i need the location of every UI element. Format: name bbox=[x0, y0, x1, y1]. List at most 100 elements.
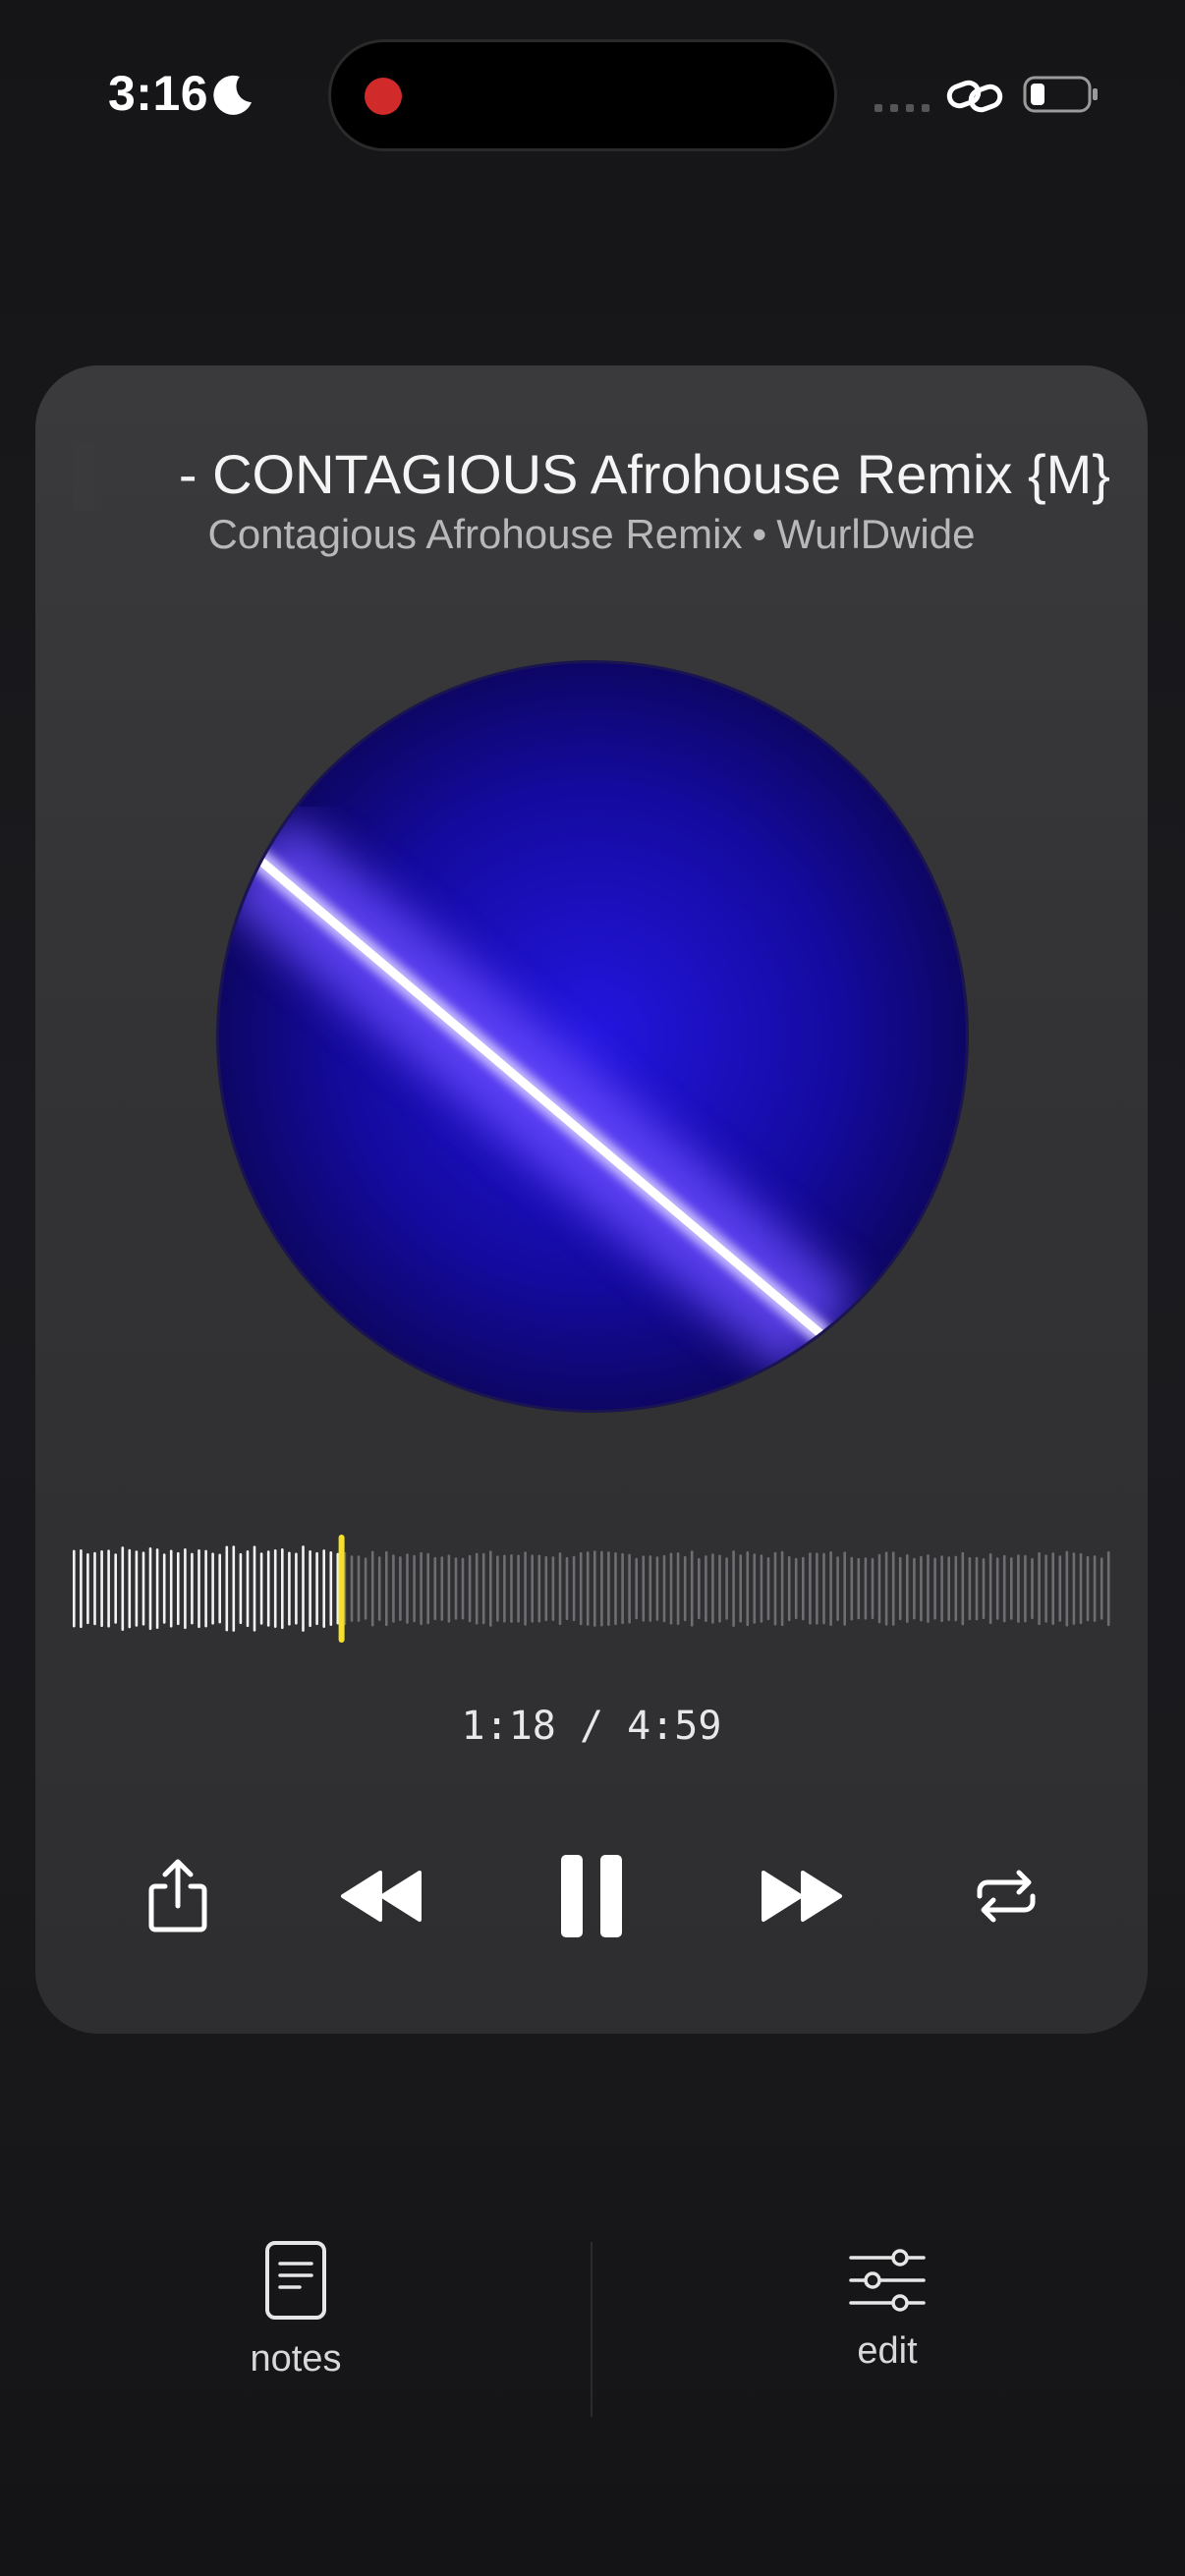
waveform-bar bbox=[780, 1550, 784, 1627]
link-icon bbox=[946, 80, 1003, 113]
waveform-bar bbox=[683, 1555, 687, 1622]
waveform-bar bbox=[309, 1550, 311, 1627]
rewind-button[interactable] bbox=[322, 1837, 440, 1955]
waveform-bar bbox=[1100, 1557, 1103, 1620]
waveform-bar bbox=[593, 1550, 596, 1627]
waveform-bar bbox=[1038, 1551, 1041, 1625]
edit-button[interactable]: edit bbox=[740, 2248, 1035, 2373]
waveform-bar bbox=[392, 1554, 395, 1623]
waveform-bar bbox=[531, 1554, 534, 1623]
pause-button[interactable] bbox=[533, 1837, 650, 1955]
waveform-bar bbox=[259, 1552, 263, 1625]
waveform-bar bbox=[454, 1557, 458, 1620]
waveform-scrubber[interactable] bbox=[71, 1535, 1112, 1643]
waveform-bar bbox=[1086, 1555, 1090, 1622]
waveform-bar bbox=[1065, 1550, 1069, 1627]
waveform-bar bbox=[927, 1554, 930, 1623]
waveform-bar bbox=[760, 1554, 763, 1623]
waveform-bar bbox=[169, 1549, 173, 1628]
waveform-bar bbox=[273, 1549, 277, 1628]
waveform-bar bbox=[898, 1556, 902, 1621]
waveform-bar bbox=[884, 1551, 888, 1626]
waveform-bar bbox=[822, 1552, 825, 1625]
waveform-bar bbox=[281, 1548, 284, 1630]
waveform-bar bbox=[80, 1549, 83, 1629]
waveform-bar bbox=[225, 1545, 229, 1632]
waveform-bar bbox=[440, 1556, 444, 1621]
waveform-bar bbox=[496, 1555, 499, 1622]
waveform-bar bbox=[766, 1557, 770, 1620]
playhead[interactable] bbox=[338, 1535, 345, 1643]
repeat-icon bbox=[977, 1870, 1036, 1923]
waveform-bar bbox=[468, 1554, 472, 1623]
waveform-bar bbox=[86, 1553, 89, 1625]
waveform-bar bbox=[995, 1557, 999, 1620]
waveform-bar bbox=[315, 1551, 318, 1626]
waveform-bar bbox=[239, 1552, 243, 1625]
waveform-bar bbox=[461, 1557, 465, 1620]
waveform-bar bbox=[475, 1552, 479, 1625]
waveform-bar bbox=[503, 1554, 506, 1623]
waveform-bar bbox=[481, 1552, 485, 1625]
elapsed-time: 1:18 bbox=[461, 1704, 556, 1749]
waveform-bar bbox=[1031, 1557, 1034, 1619]
waveform-bar bbox=[558, 1552, 562, 1625]
player-card: - CONTAGIOUS Afrohouse Remix {M} Contagi… bbox=[35, 365, 1148, 2034]
waveform-bar bbox=[843, 1551, 846, 1626]
waveform-bar bbox=[718, 1554, 721, 1623]
waveform-bar bbox=[705, 1555, 707, 1622]
waveform-bar bbox=[802, 1556, 805, 1621]
waveform-bar bbox=[1010, 1557, 1013, 1620]
waveform-bar bbox=[614, 1552, 617, 1625]
waveform-bar bbox=[191, 1552, 194, 1625]
waveform-bar bbox=[857, 1557, 861, 1620]
notes-button[interactable]: notes bbox=[148, 2240, 443, 2380]
waveform-bar bbox=[836, 1556, 839, 1621]
waveform-bar bbox=[773, 1551, 777, 1626]
waveform-bar bbox=[73, 1549, 76, 1628]
waveform-bar bbox=[121, 1546, 125, 1631]
waveform-bar bbox=[155, 1548, 159, 1629]
waveform-bar bbox=[406, 1553, 409, 1624]
subtitle-separator: • bbox=[752, 511, 767, 557]
waveform-bar bbox=[968, 1556, 972, 1621]
notes-icon bbox=[265, 2241, 326, 2320]
waveform-bar bbox=[940, 1555, 943, 1622]
track-title: - CONTAGIOUS Afrohouse Remix {M} bbox=[73, 442, 1110, 511]
time-separator: / bbox=[579, 1704, 604, 1749]
waveform-bar bbox=[1106, 1551, 1110, 1627]
waveform-bar bbox=[906, 1554, 909, 1623]
waveform-bar bbox=[579, 1551, 583, 1626]
waveform-bar bbox=[829, 1551, 832, 1626]
battery-icon bbox=[1023, 76, 1098, 113]
waveform-bar bbox=[1072, 1552, 1076, 1625]
waveform-bar bbox=[698, 1557, 701, 1619]
waveform-bar bbox=[642, 1555, 646, 1622]
waveform-bar bbox=[676, 1552, 680, 1625]
waveform-bar bbox=[114, 1553, 117, 1624]
waveform-bar bbox=[947, 1556, 950, 1621]
waveform-bar bbox=[246, 1550, 250, 1627]
waveform-bar bbox=[322, 1549, 325, 1628]
fast-forward-icon bbox=[762, 1871, 842, 1922]
waveform-bar bbox=[162, 1553, 166, 1624]
recording-indicator bbox=[365, 78, 402, 115]
waveform-bar bbox=[988, 1553, 992, 1624]
waveform-bar bbox=[253, 1545, 256, 1632]
waveform-bar bbox=[787, 1555, 791, 1622]
total-duration: 4:59 bbox=[627, 1704, 722, 1749]
waveform-bar bbox=[690, 1550, 694, 1627]
fast-forward-button[interactable] bbox=[743, 1837, 861, 1955]
share-button[interactable] bbox=[119, 1837, 237, 1955]
waveform-bar bbox=[100, 1550, 103, 1627]
waveform-bar bbox=[1079, 1552, 1083, 1625]
waveform-bar bbox=[218, 1553, 221, 1624]
waveform-bar bbox=[753, 1553, 757, 1624]
waveform-bar bbox=[655, 1556, 659, 1621]
rewind-icon bbox=[341, 1871, 422, 1922]
waveform-bar bbox=[128, 1548, 132, 1629]
album-name: Contagious Afrohouse Remix bbox=[207, 511, 743, 557]
waveform-bar bbox=[1024, 1554, 1027, 1623]
waveform-bar bbox=[370, 1550, 374, 1627]
repeat-button[interactable] bbox=[947, 1837, 1065, 1955]
